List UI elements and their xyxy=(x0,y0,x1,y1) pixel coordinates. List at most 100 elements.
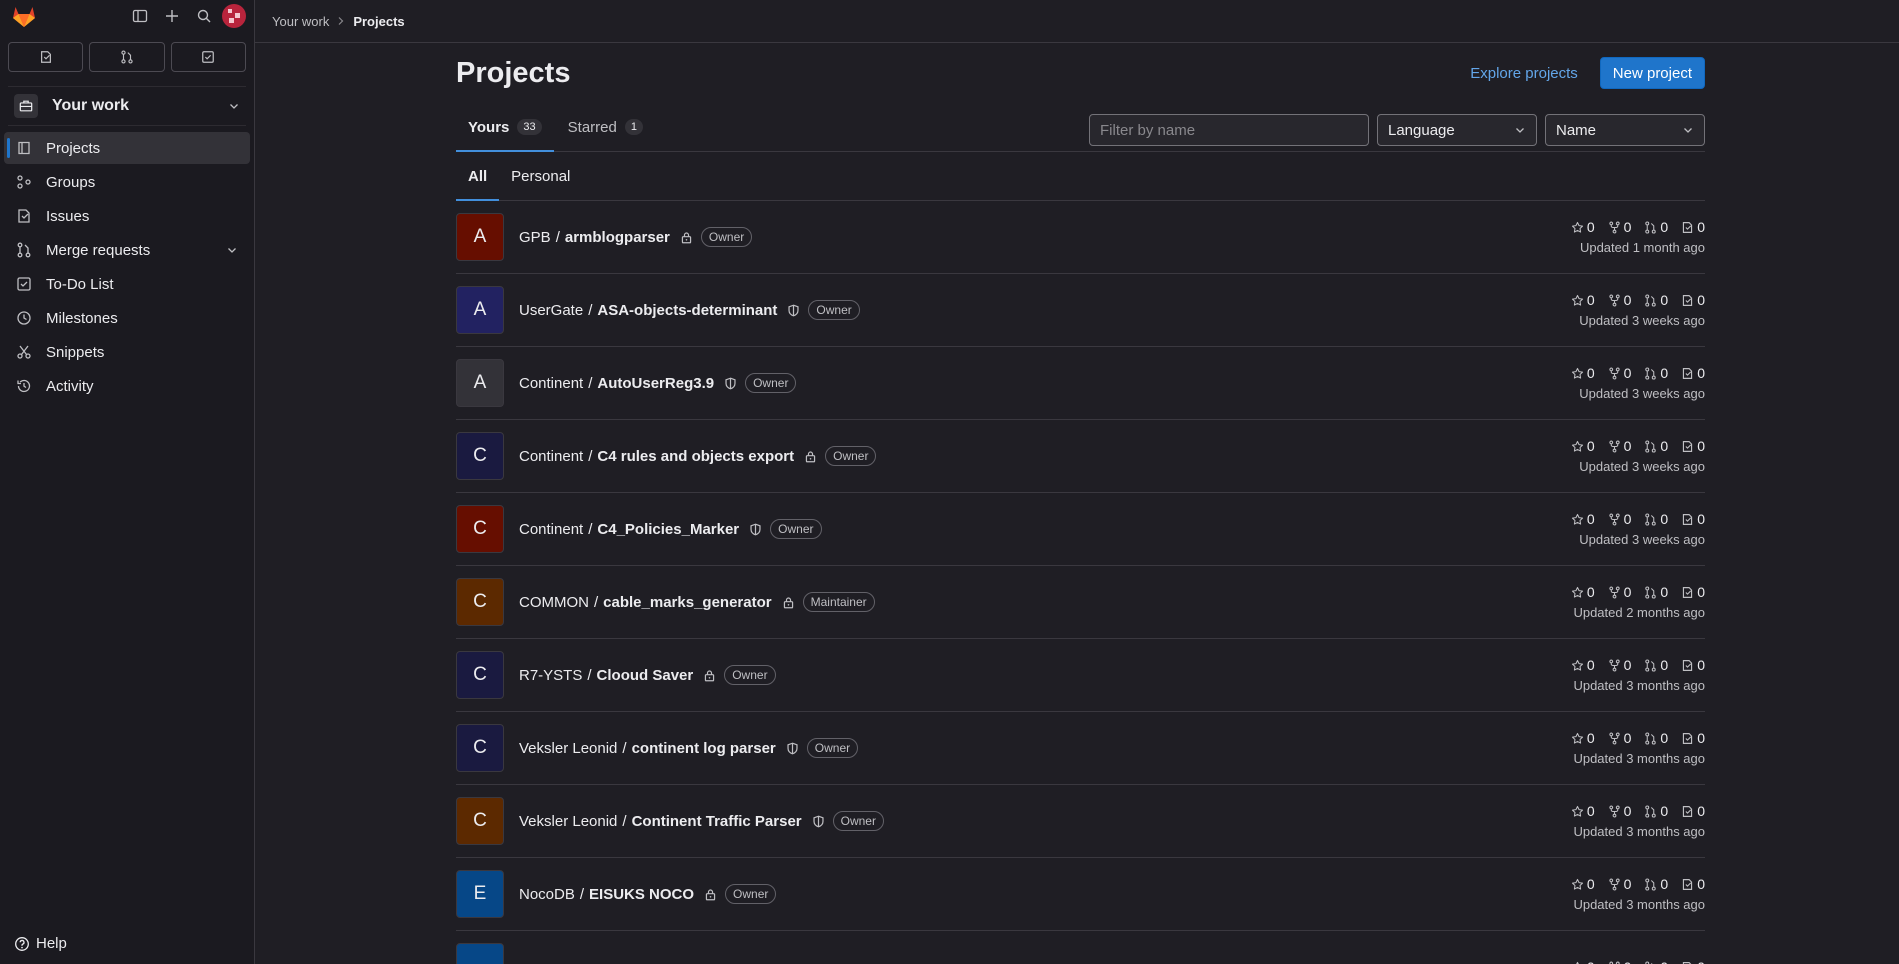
forks-count[interactable]: 0 xyxy=(1608,876,1631,892)
sidebar-item-groups[interactable]: Groups xyxy=(4,166,250,198)
project-avatar[interactable]: C xyxy=(456,651,504,699)
merge-requests-count[interactable]: 0 xyxy=(1644,730,1668,746)
issues-count[interactable]: 0 xyxy=(1681,803,1705,819)
assigned-issues-button[interactable] xyxy=(8,42,84,72)
main-content: Projects Explore projects New project Yo… xyxy=(456,43,1705,964)
project-name-link[interactable]: COMMON / cable_marks_generator Maintainer xyxy=(519,592,875,612)
subtab-all[interactable]: All xyxy=(456,152,500,201)
merge-requests-count[interactable]: 0 xyxy=(1644,219,1668,235)
sidebar-toggle-icon[interactable] xyxy=(126,2,154,30)
merge-requests-count[interactable]: 0 xyxy=(1644,803,1668,819)
project-name-link[interactable]: UserGate / ASA-objects-determinant Owner xyxy=(519,300,860,320)
project-avatar[interactable]: C xyxy=(456,797,504,845)
merge-requests-count[interactable]: 0 xyxy=(1644,292,1668,308)
top-bar: Your work Projects xyxy=(255,0,1899,43)
project-avatar[interactable]: C xyxy=(456,578,504,626)
project-avatar[interactable]: A xyxy=(456,213,504,261)
user-avatar[interactable] xyxy=(222,4,246,28)
forks-count[interactable]: 0 xyxy=(1608,959,1631,964)
merge-requests-count[interactable]: 0 xyxy=(1644,657,1668,673)
stars-count[interactable]: 0 xyxy=(1571,959,1595,964)
forks-count[interactable]: 0 xyxy=(1608,730,1631,746)
issues-icon xyxy=(1681,513,1694,526)
forks-count[interactable]: 0 xyxy=(1608,584,1631,600)
issues-count[interactable]: 0 xyxy=(1681,584,1705,600)
merge-requests-count[interactable]: 0 xyxy=(1644,584,1668,600)
project-name-link[interactable]: Veksler Leonid / continent log parser Owner xyxy=(519,738,859,758)
issues-count[interactable]: 0 xyxy=(1681,438,1705,454)
sidebar-item-activity[interactable]: Activity xyxy=(4,370,250,402)
project-name-link[interactable]: Continent / C4 rules and objects export Own… xyxy=(519,446,877,466)
issues-count[interactable]: 0 xyxy=(1681,219,1705,235)
merge-requests-button[interactable] xyxy=(89,42,165,72)
merge-requests-count[interactable]: 0 xyxy=(1644,959,1668,964)
path-separator: / xyxy=(588,374,593,392)
filter-by-name-input[interactable] xyxy=(1089,114,1369,146)
project-name-link[interactable]: GPB / armblogparser Owner xyxy=(519,227,753,247)
project-avatar[interactable]: E xyxy=(456,870,504,918)
stars-count[interactable]: 0 xyxy=(1571,584,1595,600)
search-icon[interactable] xyxy=(190,2,218,30)
project-avatar[interactable]: A xyxy=(456,359,504,407)
sidebar-item-snippets[interactable]: Snippets xyxy=(4,336,250,368)
project-avatar[interactable]: C xyxy=(456,724,504,772)
stars-count[interactable]: 0 xyxy=(1571,365,1595,381)
project-avatar[interactable]: A xyxy=(456,286,504,334)
subtab-personal[interactable]: Personal xyxy=(499,152,582,200)
sort-dropdown[interactable]: Name xyxy=(1545,114,1705,146)
chevron-down-icon[interactable] xyxy=(226,244,238,256)
help-button[interactable]: Help xyxy=(14,935,67,952)
project-name-link[interactable]: Continent / C4_Policies_Marker Owner xyxy=(519,519,822,539)
project-avatar[interactable] xyxy=(456,943,504,964)
stat-value: 0 xyxy=(1660,730,1669,746)
forks-count[interactable]: 0 xyxy=(1608,219,1631,235)
new-project-button[interactable]: New project xyxy=(1599,57,1705,89)
project-name-link[interactable]: R7-YSTS / Clooud Saver Owner xyxy=(519,665,776,685)
project-name-link[interactable]: NocoDB / EISUKS NOCO Owner xyxy=(519,884,777,904)
issues-count[interactable]: 0 xyxy=(1681,365,1705,381)
tab-starred[interactable]: Starred 1 xyxy=(556,103,655,151)
project-avatar[interactable]: C xyxy=(456,432,504,480)
sidebar-item-issues[interactable]: Issues xyxy=(4,200,250,232)
stars-count[interactable]: 0 xyxy=(1571,803,1595,819)
merge-requests-count[interactable]: 0 xyxy=(1644,876,1668,892)
issues-count[interactable]: 0 xyxy=(1681,959,1705,964)
tab-yours[interactable]: Yours 33 xyxy=(456,103,554,152)
merge-requests-count[interactable]: 0 xyxy=(1644,511,1668,527)
sidebar-item-to-do-list[interactable]: To-Do List xyxy=(4,268,250,300)
project-name-link[interactable]: Veksler Leonid / Continent Traffic Parser O… xyxy=(519,811,884,831)
context-switcher[interactable]: Your work xyxy=(8,86,246,126)
project-name-link[interactable]: Continent / AutoUserReg3.9 Owner xyxy=(519,373,797,393)
issues-count[interactable]: 0 xyxy=(1681,511,1705,527)
stars-count[interactable]: 0 xyxy=(1571,219,1595,235)
issues-count[interactable]: 0 xyxy=(1681,292,1705,308)
stars-count[interactable]: 0 xyxy=(1571,730,1595,746)
forks-count[interactable]: 0 xyxy=(1608,657,1631,673)
forks-count[interactable]: 0 xyxy=(1608,438,1631,454)
sidebar-item-merge-requests[interactable]: Merge requests xyxy=(4,234,250,266)
forks-count[interactable]: 0 xyxy=(1608,803,1631,819)
sidebar-item-milestones[interactable]: Milestones xyxy=(4,302,250,334)
todos-button[interactable] xyxy=(170,42,246,72)
issues-count[interactable]: 0 xyxy=(1681,730,1705,746)
forks-count[interactable]: 0 xyxy=(1608,511,1631,527)
issues-count[interactable]: 0 xyxy=(1681,876,1705,892)
project-avatar[interactable]: C xyxy=(456,505,504,553)
stars-count[interactable]: 0 xyxy=(1571,511,1595,527)
stars-count[interactable]: 0 xyxy=(1571,657,1595,673)
stars-count[interactable]: 0 xyxy=(1571,438,1595,454)
language-dropdown[interactable]: Language xyxy=(1377,114,1537,146)
sidebar-item-projects[interactable]: Projects xyxy=(4,132,250,164)
breadcrumb-projects[interactable]: Projects xyxy=(353,14,404,29)
merge-requests-count[interactable]: 0 xyxy=(1644,365,1668,381)
merge-requests-count[interactable]: 0 xyxy=(1644,438,1668,454)
breadcrumb-your-work[interactable]: Your work xyxy=(272,14,329,29)
stars-count[interactable]: 0 xyxy=(1571,876,1595,892)
stars-count[interactable]: 0 xyxy=(1571,292,1595,308)
issues-count[interactable]: 0 xyxy=(1681,657,1705,673)
plus-icon[interactable] xyxy=(158,2,186,30)
forks-count[interactable]: 0 xyxy=(1608,365,1631,381)
gitlab-logo-icon[interactable] xyxy=(8,2,40,30)
forks-count[interactable]: 0 xyxy=(1608,292,1631,308)
explore-projects-button[interactable]: Explore projects xyxy=(1460,59,1588,88)
